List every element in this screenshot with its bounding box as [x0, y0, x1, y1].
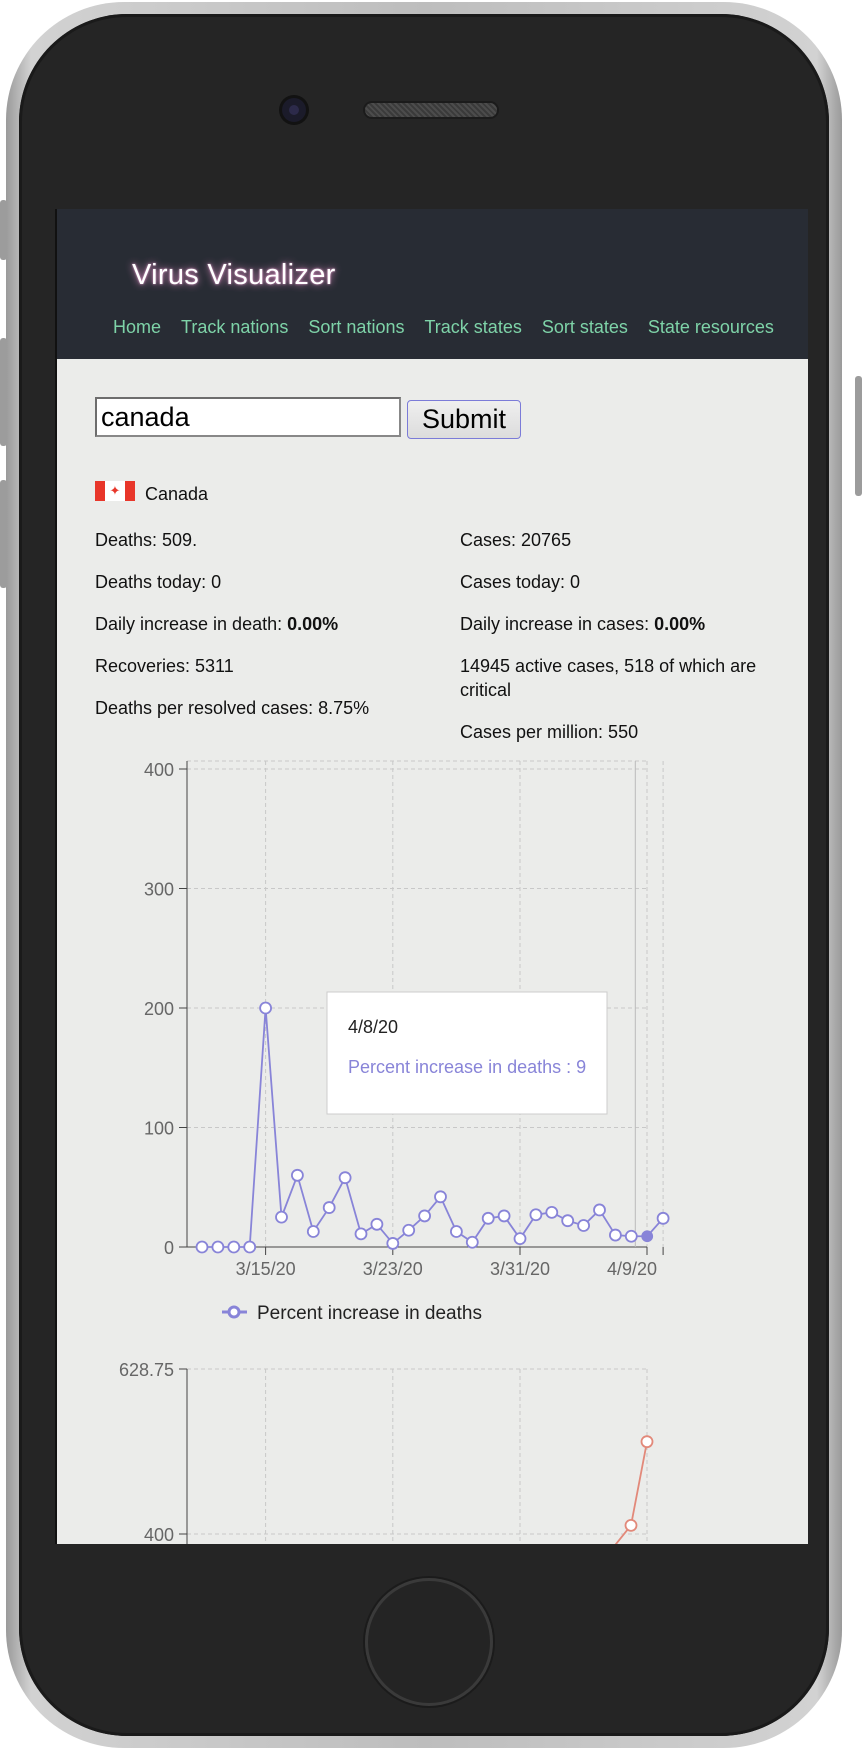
data-point	[275, 1210, 288, 1224]
active-cases-stat: 14945 active cases, 518 of which are cri…	[460, 656, 757, 700]
data-point	[259, 1001, 273, 1015]
submit-button[interactable]: Submit	[407, 400, 521, 439]
nav-state-resources[interactable]: State resources	[648, 317, 774, 338]
deaths-percent-chart[interactable]: 0 100 200 300 400 3/15/20 3/23/20 3/31/20 4/9/20…	[57, 739, 808, 1329]
nav-home[interactable]: Home	[113, 317, 161, 338]
nav-track-nations[interactable]: Track nations	[181, 317, 288, 338]
tooltip-box	[326, 991, 608, 1115]
daily-increase-death-stat: Daily increase in death: 0.00%	[95, 612, 338, 636]
data-point	[306, 1225, 320, 1238]
data-point	[656, 1211, 670, 1225]
cases-stat: Cases: 20765	[460, 530, 572, 550]
recoveries-stat: Recoveries: 5311	[95, 656, 234, 676]
y-tick-label: 200	[144, 999, 174, 1019]
data-point	[577, 1219, 590, 1232]
data-point	[529, 1208, 543, 1222]
data-point	[195, 1240, 209, 1254]
data-point	[243, 1240, 257, 1254]
daily-increase-cases-stat: Daily increase in cases: 0.00%	[460, 612, 705, 636]
nav-track-states[interactable]: Track states	[424, 317, 521, 338]
camera-icon	[282, 98, 306, 122]
y-tick-label: 628.75	[119, 1360, 174, 1380]
main-nav: Home Track nations Sort nations Track st…	[113, 317, 774, 338]
legend-label: Percent increase in deaths	[257, 1303, 482, 1324]
y-tick-label: 300	[144, 880, 174, 900]
phone-power-button	[855, 376, 862, 496]
phone-volume-up-button	[0, 338, 7, 446]
x-tick-label: 3/23/20	[363, 1259, 423, 1279]
active-data-point	[641, 1230, 654, 1243]
app-title: Virus Visualizer	[132, 259, 336, 291]
data-point	[322, 1201, 336, 1214]
cases-chart[interactable]: 400 628.75	[57, 1334, 808, 1544]
data-point	[354, 1227, 368, 1241]
x-tick-label: 4/9/20	[607, 1259, 657, 1279]
data-point	[370, 1217, 384, 1231]
nav-sort-states[interactable]: Sort states	[542, 317, 628, 338]
data-point	[227, 1240, 241, 1254]
app-header: Virus Visualizer Home Track nations Sort…	[57, 209, 808, 359]
data-point	[449, 1225, 463, 1238]
data-point	[513, 1232, 527, 1246]
data-point	[386, 1237, 400, 1250]
daily-increase-cases-label: Daily increase in cases:	[460, 614, 655, 634]
daily-increase-death-label: Daily increase in death:	[95, 614, 288, 634]
app-screen: Virus Visualizer Home Track nations Sort…	[55, 209, 808, 1544]
data-point	[624, 1229, 638, 1243]
y-tick-label: 0	[164, 1238, 174, 1258]
canada-flag-icon: ✦	[95, 481, 135, 501]
x-tick-label: 3/15/20	[236, 1259, 296, 1279]
y-tick-label: 400	[144, 1525, 174, 1544]
country-search-input[interactable]	[95, 397, 401, 437]
data-point	[290, 1168, 304, 1182]
data-point	[211, 1240, 225, 1254]
data-point	[418, 1209, 432, 1223]
tooltip-date: 4/8/20	[348, 1017, 398, 1037]
speaker-grille	[365, 103, 497, 117]
deaths-today-stat: Deaths today: 0	[95, 572, 222, 592]
home-button[interactable]	[365, 1578, 493, 1706]
country-name: Canada	[145, 484, 209, 504]
tooltip-value: Percent increase in deaths : 9	[348, 1057, 586, 1077]
y-tick-label: 400	[144, 760, 174, 780]
data-point	[338, 1171, 352, 1185]
data-point	[593, 1203, 606, 1217]
nav-sort-nations[interactable]: Sort nations	[308, 317, 404, 338]
data-point	[497, 1209, 511, 1223]
data-point	[402, 1223, 416, 1237]
phone-silent-switch	[0, 200, 7, 260]
legend-icon-marker	[227, 1305, 241, 1319]
data-point	[545, 1205, 559, 1219]
cases-today-stat: Cases today: 0	[460, 572, 581, 592]
phone-volume-down-button	[0, 480, 7, 588]
deaths-per-resolved-stat: Deaths per resolved cases: 8.75%	[95, 698, 370, 718]
data-point	[640, 1435, 654, 1449]
data-point	[561, 1214, 575, 1228]
deaths-stat: Deaths: 509.	[95, 530, 198, 550]
daily-increase-cases-value: 0.00%	[654, 614, 706, 634]
data-point	[624, 1518, 638, 1532]
data-point	[465, 1235, 479, 1249]
x-tick-label: 3/31/20	[490, 1259, 550, 1279]
data-point	[434, 1190, 447, 1204]
data-point	[481, 1211, 495, 1225]
data-point	[609, 1228, 622, 1242]
y-tick-label: 100	[144, 1119, 174, 1139]
daily-increase-death-value: 0.00%	[287, 614, 339, 634]
